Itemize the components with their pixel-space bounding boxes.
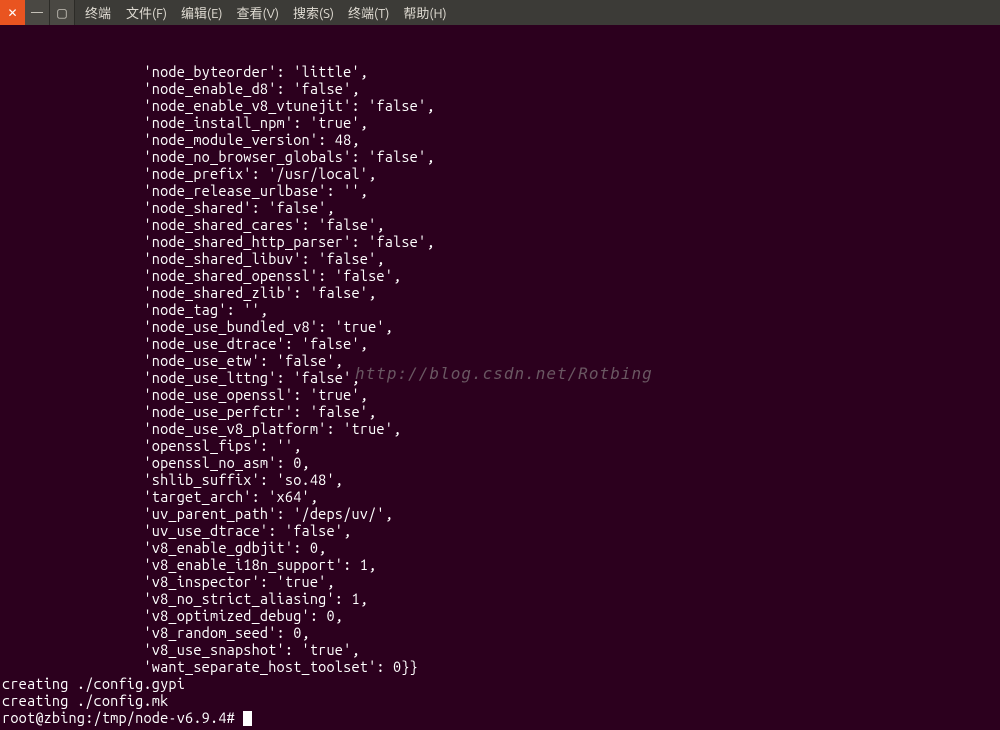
config-line: 'node_use_bundled_v8': 'true', (2, 318, 998, 335)
config-line: 'node_use_etw': 'false', (2, 352, 998, 369)
config-line: 'node_module_version': 48, (2, 131, 998, 148)
menu-help[interactable]: 帮助(H) (397, 3, 452, 22)
config-line: 'node_install_npm': 'true', (2, 114, 998, 131)
config-line: 'node_enable_d8': 'false', (2, 80, 998, 97)
config-line: 'node_use_lttng': 'false', (2, 369, 998, 386)
menu-view[interactable]: 查看(V) (231, 3, 285, 22)
output-line: creating ./config.mk (2, 692, 998, 709)
config-line: 'uv_use_dtrace': 'false', (2, 522, 998, 539)
app-title: 终端 (75, 3, 111, 22)
config-line: 'node_shared_openssl': 'false', (2, 267, 998, 284)
prompt-text: root@zbing:/tmp/node-v6.9.4# (2, 709, 243, 726)
config-line: 'node_prefix': '/usr/local', (2, 165, 998, 182)
config-line: 'node_use_perfctr': 'false', (2, 403, 998, 420)
config-line: 'target_arch': 'x64', (2, 488, 998, 505)
window-controls: ✕ — ▢ (0, 0, 75, 25)
config-line: 'openssl_fips': '', (2, 437, 998, 454)
config-line: 'v8_no_strict_aliasing': 1, (2, 590, 998, 607)
config-line: 'node_shared_zlib': 'false', (2, 284, 998, 301)
config-line: 'node_shared_cares': 'false', (2, 216, 998, 233)
config-line: 'v8_use_snapshot': 'true', (2, 641, 998, 658)
config-line: 'v8_enable_gdbjit': 0, (2, 539, 998, 556)
config-line: 'node_use_openssl': 'true', (2, 386, 998, 403)
config-line: 'openssl_no_asm': 0, (2, 454, 998, 471)
config-line: 'shlib_suffix': 'so.48', (2, 471, 998, 488)
config-line: 'uv_parent_path': '/deps/uv/', (2, 505, 998, 522)
config-line: 'node_enable_v8_vtunejit': 'false', (2, 97, 998, 114)
config-line: 'node_release_urlbase': '', (2, 182, 998, 199)
config-line: 'want_separate_host_toolset': 0}} (2, 658, 998, 675)
config-line: 'v8_inspector': 'true', (2, 573, 998, 590)
title-bar: ✕ — ▢ 终端 文件(F) 编辑(E) 查看(V) 搜索(S) 终端(T) 帮… (0, 0, 1000, 25)
minimize-button[interactable]: — (25, 0, 50, 25)
config-line: 'node_use_v8_platform': 'true', (2, 420, 998, 437)
menu-bar: 文件(F) 编辑(E) 查看(V) 搜索(S) 终端(T) 帮助(H) (120, 0, 453, 25)
menu-search[interactable]: 搜索(S) (287, 3, 340, 22)
menu-edit[interactable]: 编辑(E) (175, 3, 228, 22)
cursor-icon (243, 711, 252, 726)
config-line: 'v8_random_seed': 0, (2, 624, 998, 641)
prompt-line[interactable]: root@zbing:/tmp/node-v6.9.4# (2, 709, 998, 726)
menu-file[interactable]: 文件(F) (120, 3, 173, 22)
config-line: 'node_no_browser_globals': 'false', (2, 148, 998, 165)
config-line: 'node_shared_http_parser': 'false', (2, 233, 998, 250)
output-line: creating ./config.gypi (2, 675, 998, 692)
config-line: 'node_shared_libuv': 'false', (2, 250, 998, 267)
config-line: 'v8_optimized_debug': 0, (2, 607, 998, 624)
config-line: 'v8_enable_i18n_support': 1, (2, 556, 998, 573)
menu-terminal[interactable]: 终端(T) (342, 3, 395, 22)
maximize-button[interactable]: ▢ (50, 0, 75, 25)
config-line: 'node_use_dtrace': 'false', (2, 335, 998, 352)
config-line: 'node_byteorder': 'little', (2, 63, 998, 80)
config-line: 'node_shared': 'false', (2, 199, 998, 216)
config-line: 'node_tag': '', (2, 301, 998, 318)
close-button[interactable]: ✕ (0, 0, 25, 25)
terminal-output[interactable]: http://blog.csdn.net/Rotbing 'node_byteo… (0, 25, 1000, 730)
